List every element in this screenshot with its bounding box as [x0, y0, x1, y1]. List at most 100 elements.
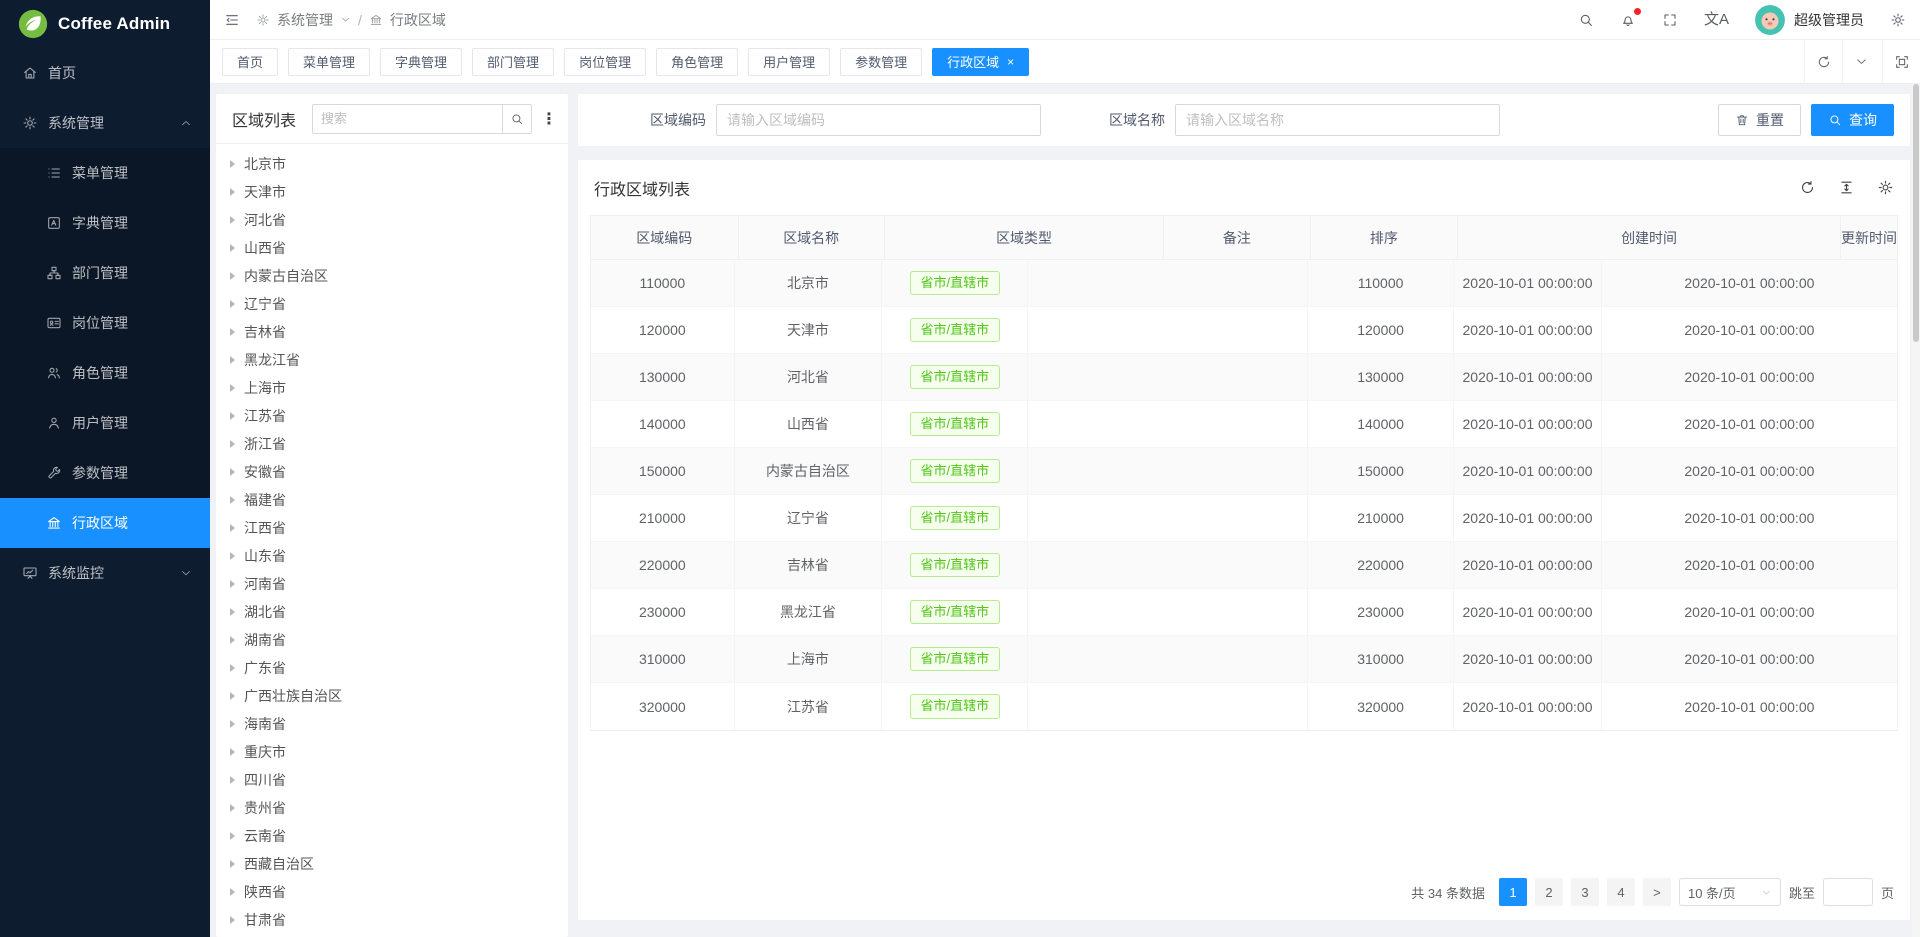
tree-node[interactable]: 吉林省 [216, 318, 568, 346]
logo[interactable]: Coffee Admin [0, 0, 210, 48]
page-scrollbar[interactable] [1912, 84, 1920, 937]
sidebar-item-dict-mgmt[interactable]: 字典管理 [0, 198, 210, 248]
search-button[interactable] [1578, 12, 1594, 28]
tree-node[interactable]: 甘肃省 [216, 906, 568, 934]
tab[interactable]: 行政区域 × [932, 48, 1029, 76]
tree-search-input[interactable] [312, 104, 502, 134]
caret-right-icon[interactable] [230, 384, 235, 392]
tab-options-button[interactable] [1842, 40, 1880, 83]
caret-right-icon[interactable] [230, 496, 235, 504]
table-row[interactable]: 110000 北京市 省市/直辖市 110000 2020-10-01 00:0… [591, 260, 1897, 307]
caret-right-icon[interactable] [230, 440, 235, 448]
query-button[interactable]: 查询 [1811, 104, 1894, 136]
settings-button[interactable] [1890, 12, 1906, 28]
tree-node[interactable]: 陕西省 [216, 878, 568, 906]
caret-right-icon[interactable] [230, 188, 235, 196]
notifications-button[interactable] [1620, 12, 1636, 28]
tree-node[interactable]: 天津市 [216, 178, 568, 206]
tab[interactable]: 参数管理 × [840, 48, 922, 76]
close-icon[interactable]: × [1007, 56, 1014, 68]
tree-node[interactable]: 湖南省 [216, 626, 568, 654]
caret-right-icon[interactable] [230, 888, 235, 896]
tree-node[interactable]: 北京市 [216, 150, 568, 178]
page-number-button[interactable]: 4 [1607, 878, 1635, 906]
caret-right-icon[interactable] [230, 300, 235, 308]
page-number-button[interactable]: 2 [1535, 878, 1563, 906]
refresh-tab-button[interactable] [1804, 40, 1842, 83]
caret-right-icon[interactable] [230, 328, 235, 336]
tree-node[interactable]: 江西省 [216, 514, 568, 542]
tree-node[interactable]: 广东省 [216, 654, 568, 682]
caret-right-icon[interactable] [230, 160, 235, 168]
tab[interactable]: 岗位管理 × [564, 48, 646, 76]
tree-node[interactable]: 福建省 [216, 486, 568, 514]
caret-right-icon[interactable] [230, 608, 235, 616]
table-row[interactable]: 320000 江苏省 省市/直辖市 320000 2020-10-01 00:0… [591, 683, 1897, 730]
page-number-button[interactable]: 3 [1571, 878, 1599, 906]
sidebar-collapse-button[interactable] [224, 12, 240, 28]
tab[interactable]: 首页 × [222, 48, 278, 76]
table-row[interactable]: 230000 黑龙江省 省市/直辖市 230000 2020-10-01 00:… [591, 589, 1897, 636]
table-row[interactable]: 150000 内蒙古自治区 省市/直辖市 150000 2020-10-01 0… [591, 448, 1897, 495]
caret-right-icon[interactable] [230, 720, 235, 728]
caret-right-icon[interactable] [230, 524, 235, 532]
caret-right-icon[interactable] [230, 412, 235, 420]
caret-right-icon[interactable] [230, 860, 235, 868]
row-density-icon[interactable] [1838, 179, 1855, 196]
content-fullscreen-button[interactable] [1882, 40, 1920, 83]
caret-right-icon[interactable] [230, 748, 235, 756]
tab[interactable]: 角色管理 × [656, 48, 738, 76]
table-row[interactable]: 140000 山西省 省市/直辖市 140000 2020-10-01 00:0… [591, 401, 1897, 448]
caret-right-icon[interactable] [230, 916, 235, 924]
region-code-input[interactable] [716, 104, 1041, 136]
reset-button[interactable]: 重置 [1718, 104, 1801, 136]
caret-right-icon[interactable] [230, 804, 235, 812]
region-name-input[interactable] [1175, 104, 1500, 136]
tree-node[interactable]: 贵州省 [216, 794, 568, 822]
tree-node[interactable]: 重庆市 [216, 738, 568, 766]
sidebar-item-admin-region[interactable]: 行政区域 [0, 498, 210, 548]
tree-node[interactable]: 云南省 [216, 822, 568, 850]
tree-node[interactable]: 湖北省 [216, 598, 568, 626]
scrollbar-thumb[interactable] [1913, 84, 1919, 342]
tree-node[interactable]: 四川省 [216, 766, 568, 794]
sidebar-item-user-mgmt[interactable]: 用户管理 [0, 398, 210, 448]
next-page-button[interactable]: > [1643, 878, 1671, 906]
tree-node[interactable]: 广西壮族自治区 [216, 682, 568, 710]
table-row[interactable]: 220000 吉林省 省市/直辖市 220000 2020-10-01 00:0… [591, 542, 1897, 589]
tree-search-button[interactable] [502, 104, 532, 134]
caret-right-icon[interactable] [230, 692, 235, 700]
caret-right-icon[interactable] [230, 776, 235, 784]
tree-node[interactable]: 浙江省 [216, 430, 568, 458]
tab[interactable]: 菜单管理 × [288, 48, 370, 76]
table-row[interactable]: 210000 辽宁省 省市/直辖市 210000 2020-10-01 00:0… [591, 495, 1897, 542]
tree-node[interactable]: 河北省 [216, 206, 568, 234]
jump-page-input[interactable] [1823, 878, 1873, 906]
more-options-icon[interactable]: ⋮ [540, 109, 558, 129]
page-size-select[interactable]: 10 条/页 [1679, 878, 1781, 906]
caret-right-icon[interactable] [230, 244, 235, 252]
breadcrumb-menu[interactable]: 系统管理 [277, 10, 333, 30]
language-button[interactable]: 文A [1704, 12, 1729, 27]
page-number-button[interactable]: 1 [1499, 878, 1527, 906]
tab[interactable]: 部门管理 × [472, 48, 554, 76]
tree-node[interactable]: 山东省 [216, 542, 568, 570]
sidebar-item-role-mgmt[interactable]: 角色管理 [0, 348, 210, 398]
tree-node[interactable]: 河南省 [216, 570, 568, 598]
caret-right-icon[interactable] [230, 580, 235, 588]
tree-node[interactable]: 安徽省 [216, 458, 568, 486]
caret-right-icon[interactable] [230, 216, 235, 224]
user-menu[interactable]: 超级管理员 [1755, 5, 1864, 35]
column-settings-icon[interactable] [1877, 179, 1894, 196]
table-row[interactable]: 310000 上海市 省市/直辖市 310000 2020-10-01 00:0… [591, 636, 1897, 683]
fullscreen-button[interactable] [1662, 12, 1678, 28]
caret-right-icon[interactable] [230, 832, 235, 840]
tab[interactable]: 用户管理 × [748, 48, 830, 76]
tree-node[interactable]: 海南省 [216, 710, 568, 738]
sidebar-group-system[interactable]: 系统管理 [0, 98, 210, 148]
tree-node[interactable]: 黑龙江省 [216, 346, 568, 374]
tab[interactable]: 字典管理 × [380, 48, 462, 76]
sidebar-item-param-mgmt[interactable]: 参数管理 [0, 448, 210, 498]
table-row[interactable]: 120000 天津市 省市/直辖市 120000 2020-10-01 00:0… [591, 307, 1897, 354]
caret-right-icon[interactable] [230, 636, 235, 644]
